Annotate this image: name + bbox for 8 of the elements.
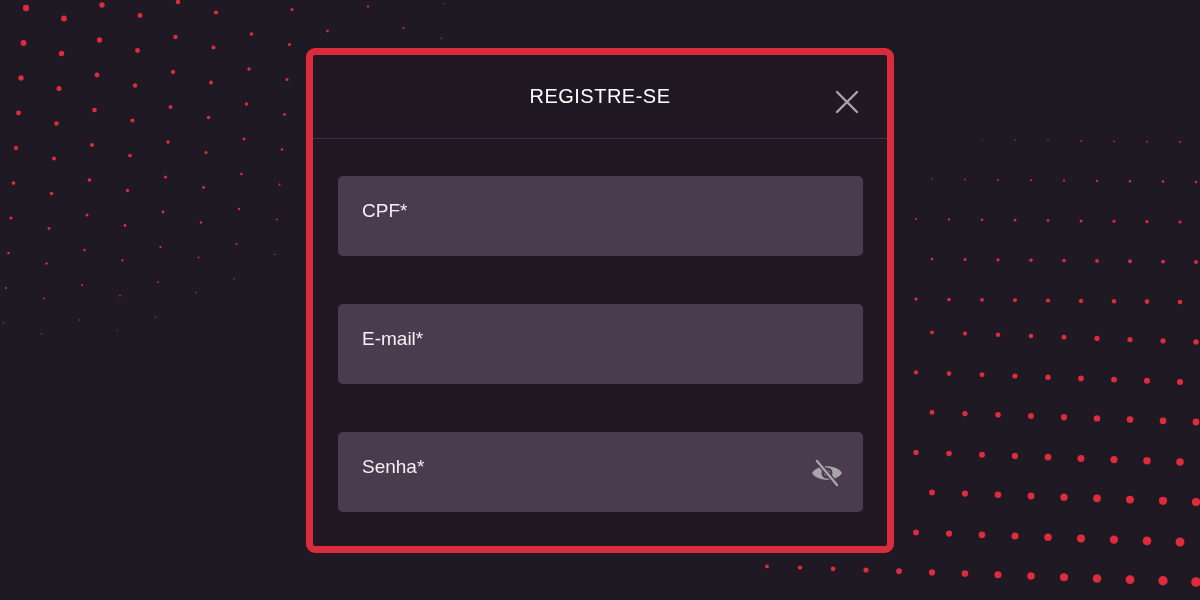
password-field[interactable]: Senha* xyxy=(338,431,863,512)
close-icon xyxy=(835,89,859,114)
modal-title: REGISTRE-SE xyxy=(529,84,671,108)
close-button[interactable] xyxy=(835,89,859,114)
eye-slash-icon xyxy=(811,458,843,487)
email-field[interactable]: E-mail* xyxy=(338,303,863,384)
password-toggle-button[interactable] xyxy=(811,458,843,487)
input-field[interactable]: CPF* xyxy=(338,175,863,256)
